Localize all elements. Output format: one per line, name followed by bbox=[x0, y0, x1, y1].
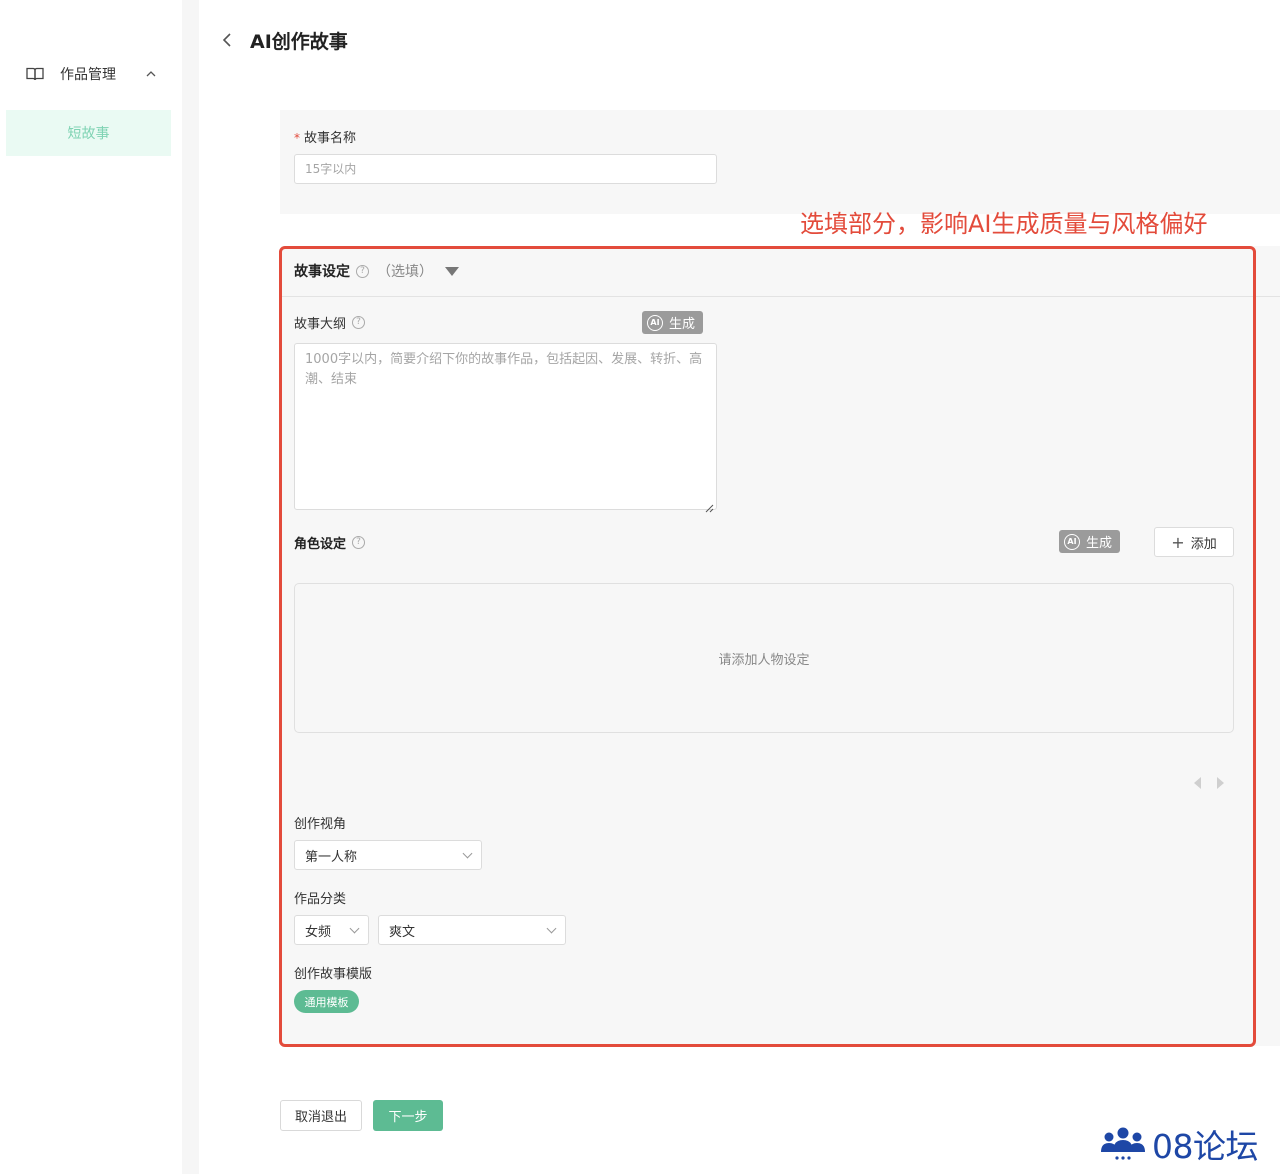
help-icon[interactable]: ? bbox=[356, 264, 369, 278]
role-label: 角色设定 bbox=[294, 537, 347, 552]
story-settings-toggle[interactable]: 故事设定 ? （选填） bbox=[294, 260, 459, 282]
add-role-button[interactable]: + 添加 bbox=[1154, 527, 1234, 557]
category-primary-value: 女频 bbox=[305, 924, 332, 940]
ai-icon: AI bbox=[1064, 533, 1080, 550]
help-icon[interactable]: ? bbox=[352, 536, 366, 549]
category-secondary-value: 爽文 bbox=[389, 924, 416, 940]
pov-select[interactable]: 第一人称 bbox=[294, 840, 482, 870]
ai-generate-label: 生成 bbox=[1086, 536, 1113, 551]
annotation-text: 选填部分，影响AI生成质量与风格偏好 bbox=[800, 210, 1208, 238]
sidebar bbox=[0, 0, 182, 1174]
next-button[interactable]: 下一步 bbox=[373, 1100, 443, 1131]
outline-textarea[interactable] bbox=[294, 343, 717, 510]
chevron-down-icon bbox=[546, 923, 557, 933]
outline-label-row: 故事大纲 ? bbox=[294, 313, 366, 332]
ai-generate-label: 生成 bbox=[669, 317, 696, 332]
required-mark: * bbox=[294, 131, 300, 145]
sidebar-item-short-story[interactable]: 短故事 bbox=[6, 110, 171, 156]
people-group-icon bbox=[1100, 1122, 1146, 1166]
story-name-label: 故事名称 bbox=[304, 131, 357, 146]
cancel-button[interactable]: 取消退出 bbox=[280, 1100, 362, 1131]
category-secondary-select[interactable]: 爽文 bbox=[378, 915, 566, 945]
sidebar-group-label: 作品管理 bbox=[60, 67, 116, 83]
template-label: 创作故事模版 bbox=[294, 967, 373, 982]
role-empty-state: 请添加人物设定 bbox=[294, 583, 1234, 733]
optional-hint: （选填） bbox=[377, 264, 433, 280]
help-icon[interactable]: ? bbox=[352, 316, 366, 329]
role-label-row: 角色设定 ? bbox=[294, 533, 366, 552]
chevron-down-icon bbox=[349, 923, 360, 933]
page-title: AI创作故事 bbox=[250, 30, 348, 53]
pov-value: 第一人称 bbox=[305, 849, 358, 865]
pov-label: 创作视角 bbox=[294, 817, 347, 832]
story-name-label-row: * 故事名称 bbox=[294, 127, 356, 146]
section-divider bbox=[281, 296, 1280, 297]
next-arrow-icon[interactable] bbox=[1217, 777, 1224, 789]
book-icon bbox=[26, 67, 44, 81]
outline-ai-generate-button[interactable]: AI 生成 bbox=[642, 311, 704, 334]
role-empty-text: 请添加人物设定 bbox=[718, 652, 810, 668]
sidebar-divider bbox=[182, 0, 199, 1174]
story-name-input[interactable] bbox=[294, 154, 717, 184]
outline-label: 故事大纲 bbox=[294, 317, 347, 332]
chevron-up-icon bbox=[146, 68, 156, 81]
watermark: 08论坛 bbox=[1100, 1122, 1259, 1166]
plus-icon: + bbox=[1171, 532, 1185, 552]
chevron-down-icon bbox=[462, 848, 473, 858]
prev-arrow-icon[interactable] bbox=[1194, 777, 1201, 789]
category-label: 作品分类 bbox=[294, 892, 347, 907]
back-chevron-icon[interactable] bbox=[222, 28, 240, 52]
category-primary-select[interactable]: 女频 bbox=[294, 915, 369, 945]
caret-down-icon bbox=[445, 266, 459, 276]
sidebar-group-works[interactable]: 作品管理 bbox=[26, 63, 156, 85]
ai-icon: AI bbox=[647, 314, 663, 331]
template-tag-general[interactable]: 通用模板 bbox=[294, 990, 359, 1013]
page-header: AI创作故事 bbox=[222, 26, 348, 54]
role-ai-generate-button[interactable]: AI 生成 bbox=[1059, 530, 1121, 553]
add-label: 添加 bbox=[1190, 536, 1217, 552]
watermark-text: 08论坛 bbox=[1152, 1127, 1259, 1166]
story-settings-title: 故事设定 bbox=[294, 264, 350, 280]
